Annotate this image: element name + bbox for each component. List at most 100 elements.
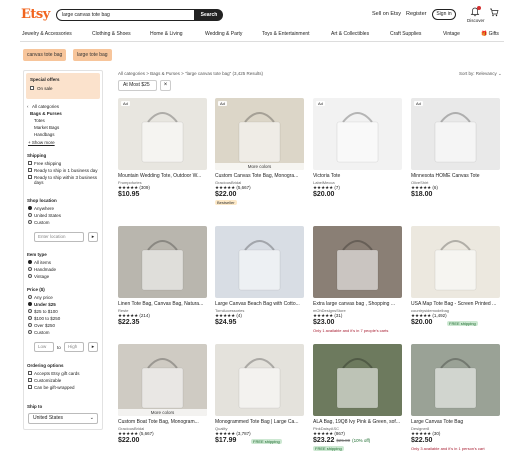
market-bags-category[interactable]: Market Bags (34, 125, 59, 130)
clear-filter-button[interactable]: × (160, 80, 171, 91)
related-chip-canvas-tote[interactable]: canvas tote bag (23, 49, 67, 61)
product-title[interactable]: Custom Canvas Tote Bag, Monogra... (215, 173, 304, 179)
more-colors-label: More colors (215, 163, 304, 170)
price-heading: Price ($) (27, 287, 45, 292)
nav-craft[interactable]: Craft Supplies (390, 31, 421, 37)
product-image[interactable]: Ad More colors (215, 98, 304, 170)
product-image[interactable] (313, 344, 402, 416)
customizable-checkbox[interactable] (28, 378, 32, 382)
price-under-25-radio[interactable] (28, 302, 32, 306)
price-any-label: Any price (34, 295, 53, 300)
all-categories-link[interactable]: All categories (32, 104, 59, 109)
product-image[interactable] (215, 226, 304, 298)
location-input[interactable]: Enter location (34, 232, 84, 242)
product-image[interactable] (118, 226, 207, 298)
customizable-label: Customizable (34, 378, 62, 383)
bestseller-badge: Bestseller (215, 200, 237, 205)
product-title[interactable]: ALA Bag, 19Q8 Ivy Pink & Green, sof... (313, 419, 402, 425)
product-title[interactable]: Mountain Wedding Tote, Outdoor W... (118, 173, 207, 179)
register-link[interactable]: Register (406, 11, 426, 17)
product-title[interactable]: Minnesota HOME Canvas Tote (411, 173, 500, 179)
tote-bag-illustration (141, 240, 184, 291)
show-more-link[interactable]: + Show more (28, 140, 55, 145)
signin-button[interactable]: Sign in (432, 9, 456, 20)
related-chip-large-tote[interactable]: large tote bag (73, 49, 112, 61)
price-any-radio[interactable] (28, 295, 32, 299)
product-title[interactable]: Extra large canvas bag , Shopping ... (313, 301, 402, 307)
price-high-input[interactable]: High (64, 342, 84, 352)
free-shipping-label: Free shipping (34, 161, 62, 166)
product-image[interactable] (215, 344, 304, 416)
ad-badge: Ad (414, 101, 423, 106)
product-price: $23.00 (313, 319, 335, 326)
product-image[interactable]: Ad (118, 98, 207, 170)
location-anywhere-radio[interactable] (28, 206, 32, 210)
nav-clothing[interactable]: Clothing & Shoes (92, 31, 131, 37)
product-title[interactable]: Monogrammed Tote Bag | Large Ca... (215, 419, 304, 425)
on-sale-checkbox[interactable] (30, 86, 34, 90)
product-price: $22.00 (118, 437, 140, 444)
product-image[interactable] (313, 226, 402, 298)
stock-note: Only 1 available and it's in 7 people's … (313, 328, 389, 333)
item-vintage-radio[interactable] (28, 274, 32, 278)
product-title[interactable]: Custom Boat Tote Bag, Monogram... (118, 419, 207, 425)
nav-wedding[interactable]: Wedding & Party (205, 31, 242, 37)
price-go-button[interactable]: ▸ (88, 342, 98, 352)
free-shipping-checkbox[interactable] (28, 161, 32, 165)
product-image[interactable] (411, 344, 500, 416)
product-title[interactable]: USA Map Tote Bag - Screen Printed ... (411, 301, 500, 307)
nav-toys[interactable]: Toys & Entertainment (262, 31, 310, 37)
sell-on-etsy-link[interactable]: Sell on Etsy (372, 11, 401, 17)
sort-label: Sort by: Relevancy (459, 71, 497, 76)
price-100-250-radio[interactable] (28, 316, 32, 320)
totes-category[interactable]: Totes (34, 118, 45, 123)
item-all-radio[interactable] (28, 260, 32, 264)
gift-wrap-checkbox[interactable] (28, 385, 32, 389)
product-title[interactable]: Large Canvas Tote Bag (411, 419, 500, 425)
item-handmade-radio[interactable] (28, 267, 32, 271)
nav-art[interactable]: Art & Collectibles (331, 31, 369, 37)
handbags-category[interactable]: Handbags (34, 132, 55, 137)
ready-3-days-checkbox[interactable] (28, 175, 32, 179)
search-input[interactable]: large canvas tote bag (56, 9, 195, 21)
active-filter-price[interactable]: At Most $25 (118, 80, 157, 91)
location-custom-radio[interactable] (28, 220, 32, 224)
search-button[interactable]: Search (195, 9, 223, 21)
ship-to-select[interactable]: United States ⌄ (28, 413, 98, 424)
bags-purses-category[interactable]: Bags & Purses (30, 111, 62, 116)
price-over-250-radio[interactable] (28, 323, 32, 327)
price-25-100-radio[interactable] (28, 309, 32, 313)
product-title[interactable]: Victoria Tote (313, 173, 402, 179)
product-image[interactable]: More colors (118, 344, 207, 416)
etsy-logo[interactable]: Etsy (21, 7, 50, 22)
product-image[interactable] (411, 226, 500, 298)
ready-1-day-checkbox[interactable] (28, 168, 32, 172)
sort-dropdown[interactable]: Sort by: Relevancy ⌄ (459, 71, 502, 77)
product-price: $22.00 (215, 191, 237, 198)
location-us-radio[interactable] (28, 213, 32, 217)
nav-vintage[interactable]: Vintage (443, 31, 460, 37)
category-nav: Jewelry & Accessories Clothing & Shoes H… (0, 30, 524, 40)
tote-bag-illustration (238, 358, 281, 409)
price-low-input[interactable]: Low (34, 342, 54, 352)
ship-to-heading: Ship to (27, 404, 43, 409)
header: Etsy large canvas tote bag Search Sell o… (0, 0, 524, 30)
cart-icon[interactable] (489, 7, 499, 17)
ready-1-day-label: Ready to ship in 1 business day (34, 168, 98, 173)
item-vintage-label: Vintage (34, 274, 50, 279)
nav-gifts[interactable]: 🎁 Gifts (481, 31, 499, 37)
price-custom-radio[interactable] (28, 330, 32, 334)
breadcrumb[interactable]: All categories > Bags & Purses > "large … (118, 71, 263, 76)
on-sale-label: On sale (37, 86, 53, 91)
gift-cards-checkbox[interactable] (28, 371, 32, 375)
ship-to-value: United States (33, 415, 64, 421)
original-price: $25.80 (336, 438, 351, 443)
stock-note: Only 3 available and it's in 1 person's … (411, 446, 485, 451)
product-title[interactable]: Large Canvas Beach Bag with Cotto... (215, 301, 304, 307)
product-image[interactable]: Ad (411, 98, 500, 170)
product-title[interactable]: Linen Tote Bag, Canvas Bag, Natura... (118, 301, 207, 307)
nav-jewelry[interactable]: Jewelry & Accessories (22, 31, 72, 37)
location-go-button[interactable]: ▸ (88, 232, 98, 242)
nav-home-living[interactable]: Home & Living (150, 31, 183, 37)
product-image[interactable]: Ad (313, 98, 402, 170)
